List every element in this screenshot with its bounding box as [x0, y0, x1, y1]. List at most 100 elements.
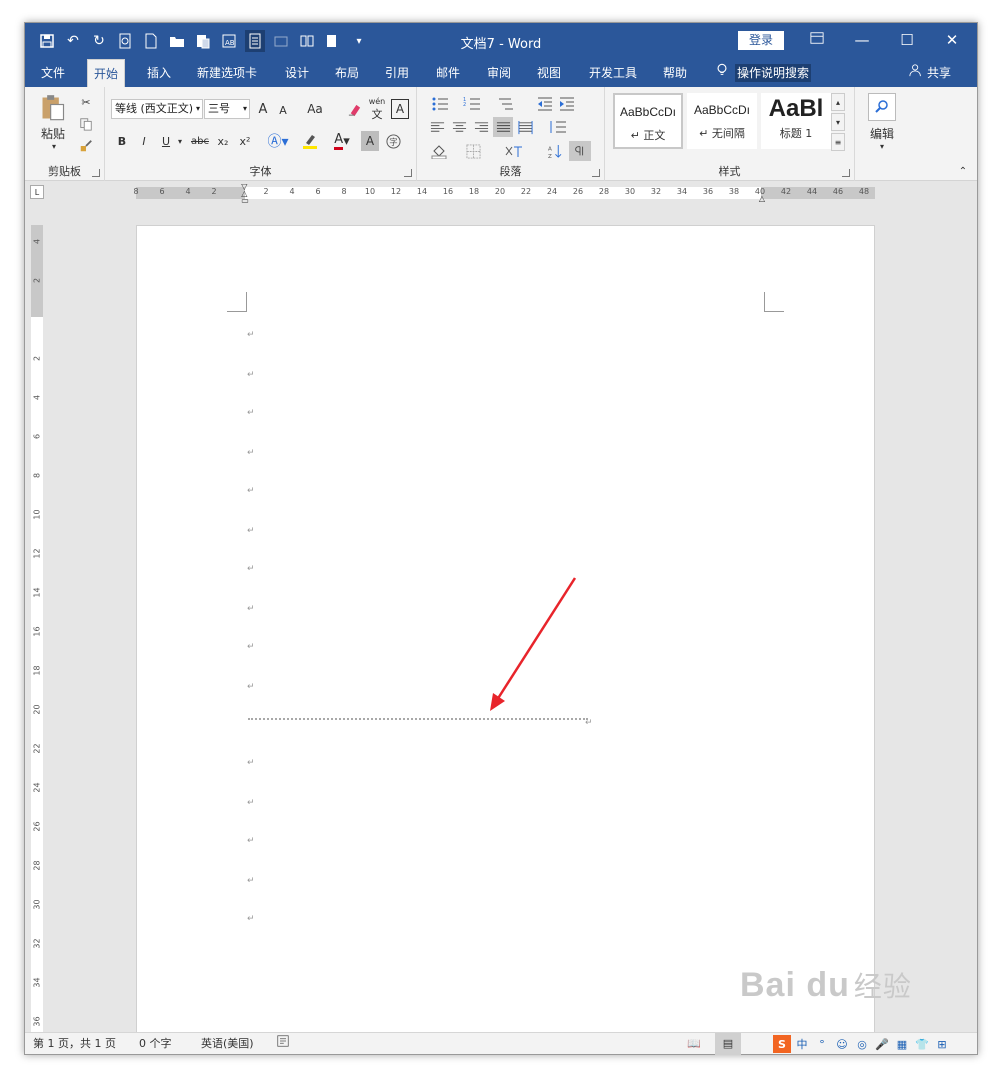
format-painter-icon[interactable] — [77, 137, 95, 155]
enclose-characters-icon[interactable]: 字 — [383, 131, 403, 151]
clipboard-launcher-icon[interactable] — [92, 169, 100, 177]
close-button[interactable]: ✕ — [932, 28, 972, 52]
tab-view[interactable]: 视图 — [531, 59, 567, 87]
tell-me-search[interactable]: 操作说明搜索 — [715, 59, 812, 87]
tab-mailings[interactable]: 邮件 — [430, 59, 466, 87]
editing-dropdown-icon[interactable]: ▾ — [877, 141, 887, 151]
restore-button[interactable]: ☐ — [887, 28, 927, 52]
paste-dropdown-icon[interactable]: ▾ — [49, 141, 59, 151]
phonetic-guide-button[interactable]: wén 文 — [366, 97, 388, 121]
macro-record-icon[interactable] — [277, 1033, 289, 1055]
underline-dropdown-icon[interactable]: ▾ — [175, 131, 185, 151]
styles-launcher-icon[interactable] — [842, 169, 850, 177]
tab-help[interactable]: 帮助 — [657, 59, 693, 87]
styles-group: AaBbCcDı ↵ 正文 AaBbCcDı ↵ 无间隔 AaBl 标题 1 ▴ ▾ … — [605, 87, 855, 181]
clear-formatting-icon[interactable] — [345, 99, 363, 119]
decrease-indent-icon[interactable] — [535, 95, 555, 113]
find-icon[interactable] — [868, 93, 896, 121]
tab-file[interactable]: 文件 — [35, 59, 71, 87]
show-marks-icon[interactable] — [569, 141, 591, 161]
align-right-icon[interactable] — [471, 117, 491, 137]
shading-icon[interactable] — [427, 141, 455, 161]
page-count[interactable]: 第 1 页，共 1 页 — [33, 1033, 116, 1055]
ime-skin-icon[interactable]: 👕 — [913, 1035, 931, 1053]
align-center-icon[interactable] — [449, 117, 469, 137]
styles-scroll-up-icon[interactable]: ▴ — [831, 93, 845, 111]
editing-button[interactable]: 编辑 — [861, 125, 903, 141]
character-border-icon[interactable]: A — [391, 99, 409, 119]
bold-button[interactable]: B — [113, 131, 131, 151]
vruler-tick-label: 4 — [32, 238, 42, 245]
ime-mic-icon[interactable]: 🎤 — [873, 1035, 891, 1053]
tab-selector-icon[interactable]: L — [30, 185, 44, 199]
login-button[interactable]: 登录 — [738, 31, 784, 50]
line-spacing-icon[interactable] — [543, 117, 573, 137]
right-indent-marker-icon[interactable]: △ — [757, 193, 767, 203]
collapse-ribbon-icon[interactable]: ⌃ — [957, 165, 969, 177]
ime-emoji-icon[interactable]: ☺ — [833, 1035, 851, 1053]
clipboard-paste-icon[interactable] — [37, 93, 69, 123]
align-left-icon[interactable] — [427, 117, 447, 137]
ime-keyboard-icon[interactable]: ▦ — [893, 1035, 911, 1053]
ime-grid-icon[interactable]: ⊞ — [933, 1035, 951, 1053]
tab-references[interactable]: 引用 — [379, 59, 415, 87]
distributed-icon[interactable] — [515, 117, 535, 137]
ribbon-display-icon[interactable] — [797, 28, 837, 52]
font-launcher-icon[interactable] — [404, 169, 412, 177]
character-shading-icon[interactable]: A — [361, 131, 379, 151]
tab-layout[interactable]: 布局 — [329, 59, 365, 87]
hruler-tick-label: 2 — [211, 187, 217, 196]
borders-icon[interactable] — [459, 141, 487, 161]
text-effects-icon[interactable]: Ⓐ▾ — [265, 131, 291, 151]
increase-indent-icon[interactable] — [557, 95, 577, 113]
tab-new-tab[interactable]: 新建选项卡 — [191, 59, 263, 87]
tab-insert[interactable]: 插入 — [141, 59, 177, 87]
copy-icon[interactable] — [77, 115, 95, 133]
style-normal[interactable]: AaBbCcDı ↵ 正文 — [613, 93, 683, 149]
vertical-ruler[interactable]: 4 2 2 4 6 8 10 12 14 16 18 20 22 24 26 28 30 32 34 36 — [25, 205, 49, 1033]
font-name-select[interactable]: 等线 (西文正文) ▾ — [111, 99, 203, 119]
tab-home[interactable]: 开始 — [87, 59, 126, 87]
multilevel-list-icon[interactable] — [491, 95, 519, 113]
style-no-spacing[interactable]: AaBbCcDı ↵ 无间隔 — [687, 93, 757, 149]
subscript-button[interactable]: x₂ — [213, 131, 233, 151]
bullets-icon[interactable] — [427, 95, 455, 113]
strikethrough-button[interactable]: abc — [189, 131, 211, 151]
grow-font-button[interactable]: A — [254, 99, 272, 119]
sogou-s-icon[interactable]: S — [773, 1035, 791, 1053]
document-page[interactable]: ↵ ↵ ↵ ↵ ↵ ↵ ↵ ↵ ↵ ↵ ↵ ↵ ↵ ↵ ↵ ↵ — [136, 225, 875, 1033]
sort-icon[interactable]: AZ — [543, 141, 565, 161]
tab-design[interactable]: 设计 — [279, 59, 315, 87]
font-color-icon[interactable]: A ▾ — [329, 131, 355, 151]
style-heading-1[interactable]: AaBl 标题 1 — [761, 93, 831, 149]
horizontal-ruler[interactable]: L 8 6 4 2 2 4 6 8 10 12 14 16 18 20 22 24 26 28 30 32 34 36 38… — [25, 181, 977, 205]
indent-marker-icon[interactable]: ▽ △ ▭ — [240, 181, 250, 205]
ime-voice-icon[interactable]: ◎ — [853, 1035, 871, 1053]
print-layout-icon[interactable]: ▤ — [715, 1033, 741, 1055]
cut-icon[interactable]: ✂ — [77, 93, 95, 111]
language[interactable]: 英语(美国) — [201, 1033, 254, 1055]
numbering-icon[interactable]: 12 — [459, 95, 487, 113]
shrink-font-button[interactable]: A — [275, 101, 291, 119]
superscript-button[interactable]: x² — [235, 131, 255, 151]
styles-scroll-down-icon[interactable]: ▾ — [831, 113, 845, 131]
ime-chinese-icon[interactable]: 中 — [793, 1035, 811, 1053]
italic-button[interactable]: I — [135, 131, 153, 151]
ime-punct-icon[interactable]: ° — [813, 1035, 831, 1053]
share-button[interactable]: 共享 — [909, 59, 951, 87]
highlight-icon[interactable] — [297, 131, 323, 151]
underline-button[interactable]: U — [157, 131, 175, 151]
minimize-button[interactable]: — — [842, 28, 882, 52]
chinese-layout-icon[interactable] — [499, 141, 529, 161]
styles-more-icon[interactable]: ≡ — [831, 133, 845, 151]
paragraph-launcher-icon[interactable] — [592, 169, 600, 177]
justify-icon[interactable] — [493, 117, 513, 137]
change-case-button[interactable]: Aa — [301, 99, 329, 119]
tab-review[interactable]: 审阅 — [481, 59, 517, 87]
word-count[interactable]: 0 个字 — [139, 1033, 172, 1055]
tab-developer[interactable]: 开发工具 — [583, 59, 643, 87]
hruler-tick-label: 30 — [624, 187, 636, 196]
read-mode-icon[interactable]: 📖 — [687, 1033, 701, 1055]
paste-button[interactable]: 粘贴 — [35, 125, 71, 141]
font-size-select[interactable]: 三号 ▾ — [204, 99, 250, 119]
